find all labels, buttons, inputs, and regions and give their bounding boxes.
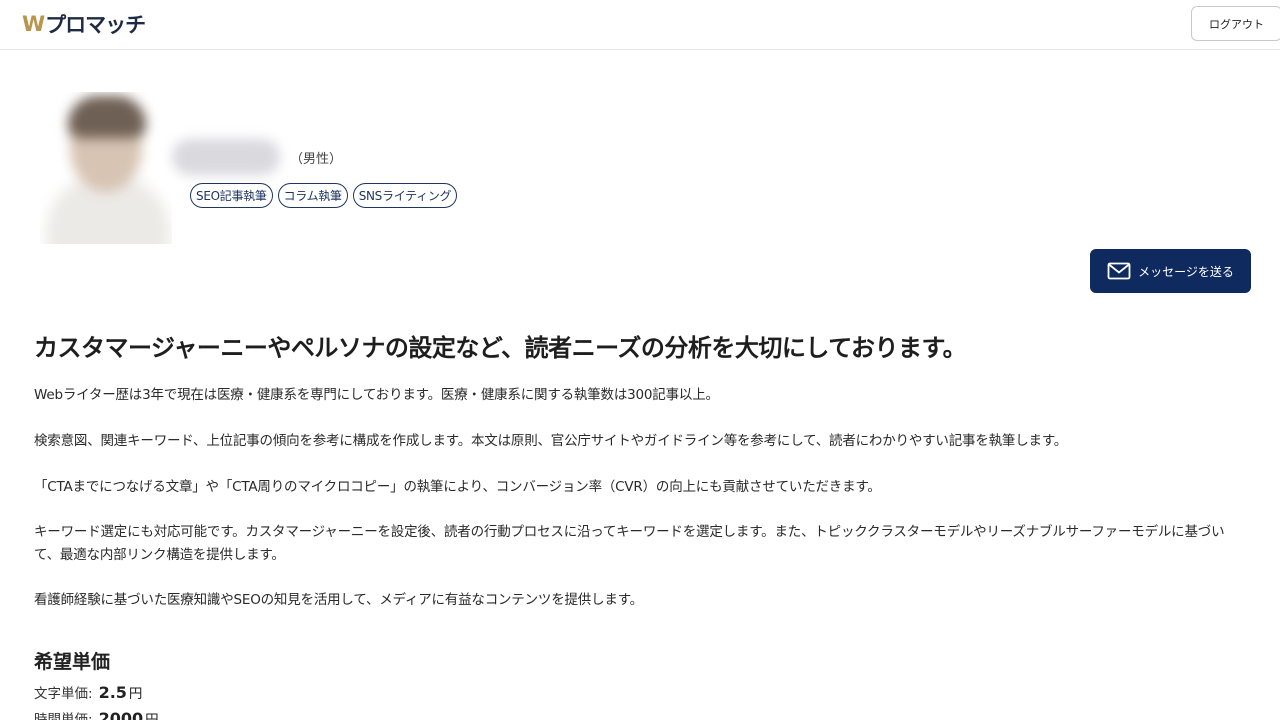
intro-paragraph: キーワード選定にも対応可能です。カスタマージャーニーを設定後、読者の行動プロセス…	[34, 524, 1225, 563]
hour-rate-unit: 円	[145, 712, 159, 720]
hour-rate-label: 時間単価:	[34, 712, 93, 720]
logout-button[interactable]: ログアウト	[1191, 6, 1280, 41]
skill-tag: コラム執筆	[277, 183, 348, 208]
logo-mark: W	[22, 12, 45, 36]
skill-tag: SNSライティング	[352, 183, 458, 208]
mail-icon	[1107, 262, 1131, 280]
char-rate-row: 文字単価: 2.5 円	[34, 682, 142, 705]
hour-rate-row: 時間単価: 2000 円	[34, 708, 159, 720]
profile-headline: カスタマージャーニーやペルソナの設定など、読者ニーズの分析を大切にしております。	[34, 334, 967, 362]
logo-text: プロマッチ	[45, 13, 146, 37]
top-header: W プロマッチ ログアウト	[0, 0, 1280, 50]
avatar	[40, 92, 172, 244]
hour-rate-value: 2000	[98, 709, 144, 720]
intro-paragraph: 「CTAまでにつなげる文章」や「CTA周りのマイクロコピー」の執筆により、コンバ…	[34, 479, 881, 495]
intro-paragraph: 検索意図、関連キーワード、上位記事の傾向を参考に構成を作成します。本文は原則、官…	[34, 433, 1068, 449]
intro-paragraph: 看護師経験に基づいた医療知識やSEOの知見を活用して、メディアに有益なコンテンツ…	[34, 592, 643, 608]
send-message-label: メッセージを送る	[1138, 264, 1234, 279]
avatar-hair	[68, 96, 146, 138]
skill-tags: SEO記事執筆 コラム執筆 SNSライティング	[190, 183, 458, 208]
char-rate-label: 文字単価:	[34, 686, 93, 702]
intro-paragraph: Webライター歴は3年で現在は医療・健康系を専門にしております。医療・健康系に関…	[34, 387, 719, 403]
char-rate-value: 2.5	[98, 683, 127, 702]
logo[interactable]: W プロマッチ	[22, 10, 146, 38]
rates-heading: 希望単価	[34, 651, 111, 673]
gender-label: （男性）	[290, 152, 343, 167]
char-rate-unit: 円	[128, 686, 143, 702]
user-name-blurred	[172, 139, 280, 175]
send-message-button[interactable]: メッセージを送る	[1090, 249, 1251, 293]
skill-tag: SEO記事執筆	[190, 183, 273, 208]
